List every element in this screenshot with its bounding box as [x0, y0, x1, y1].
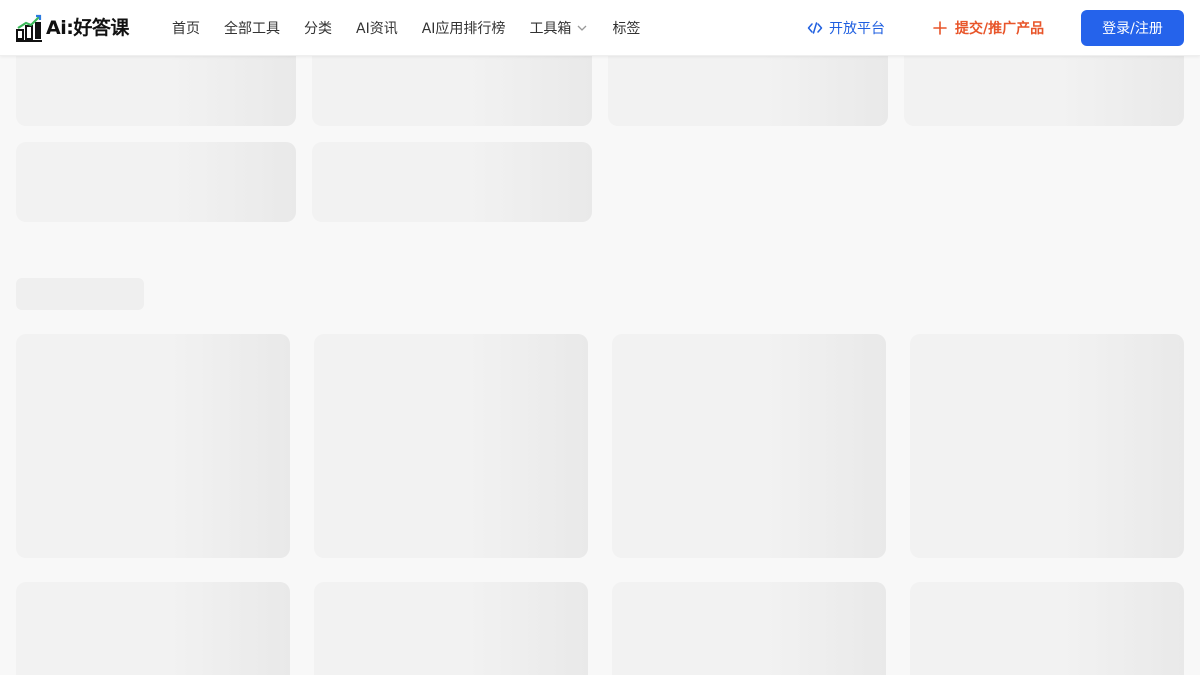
nav-all-tools[interactable]: 全部工具 — [224, 18, 280, 38]
skeleton-card — [312, 142, 592, 222]
skeleton-large-card — [16, 334, 290, 558]
nav-toolbox[interactable]: 工具箱 — [529, 18, 588, 38]
login-register-button[interactable]: 登录/注册 — [1081, 10, 1184, 46]
skeleton-large-card — [16, 582, 290, 675]
skeleton-large-card — [910, 334, 1184, 558]
top-header: Ai:好答课 首页 全部工具 分类 AI资讯 AI应用排行榜 工具箱 标签 开放… — [0, 0, 1200, 56]
skeleton-large-card — [612, 334, 886, 558]
skeleton-large-card — [910, 582, 1184, 675]
nav-tags[interactable]: 标签 — [612, 18, 640, 38]
submit-product-link[interactable]: 提交/推广产品 — [932, 0, 1044, 56]
logo-chart-icon — [16, 14, 42, 42]
main-nav: 首页 全部工具 分类 AI资讯 AI应用排行榜 工具箱 标签 — [160, 0, 652, 56]
nav-home[interactable]: 首页 — [172, 18, 200, 38]
nav-ai-news[interactable]: AI资讯 — [356, 18, 398, 38]
nav-categories[interactable]: 分类 — [304, 18, 332, 38]
open-platform-link[interactable]: 开放平台 — [807, 0, 885, 56]
skeleton-large-card — [612, 582, 886, 675]
logo-text: Ai:好答课 — [46, 17, 129, 39]
plus-icon — [933, 21, 947, 35]
nav-toolbox-label: 工具箱 — [529, 21, 572, 37]
open-platform-label: 开放平台 — [829, 21, 885, 37]
nav-ai-ranking[interactable]: AI应用排行榜 — [422, 18, 506, 38]
skeleton-large-card — [314, 582, 588, 675]
skeleton-section-title — [16, 278, 144, 310]
chevron-down-icon — [577, 25, 587, 31]
site-logo[interactable]: Ai:好答课 — [16, 14, 129, 42]
skeleton-large-card — [314, 334, 588, 558]
skeleton-card — [16, 142, 296, 222]
submit-product-label: 提交/推广产品 — [955, 21, 1045, 37]
code-icon — [807, 22, 823, 34]
